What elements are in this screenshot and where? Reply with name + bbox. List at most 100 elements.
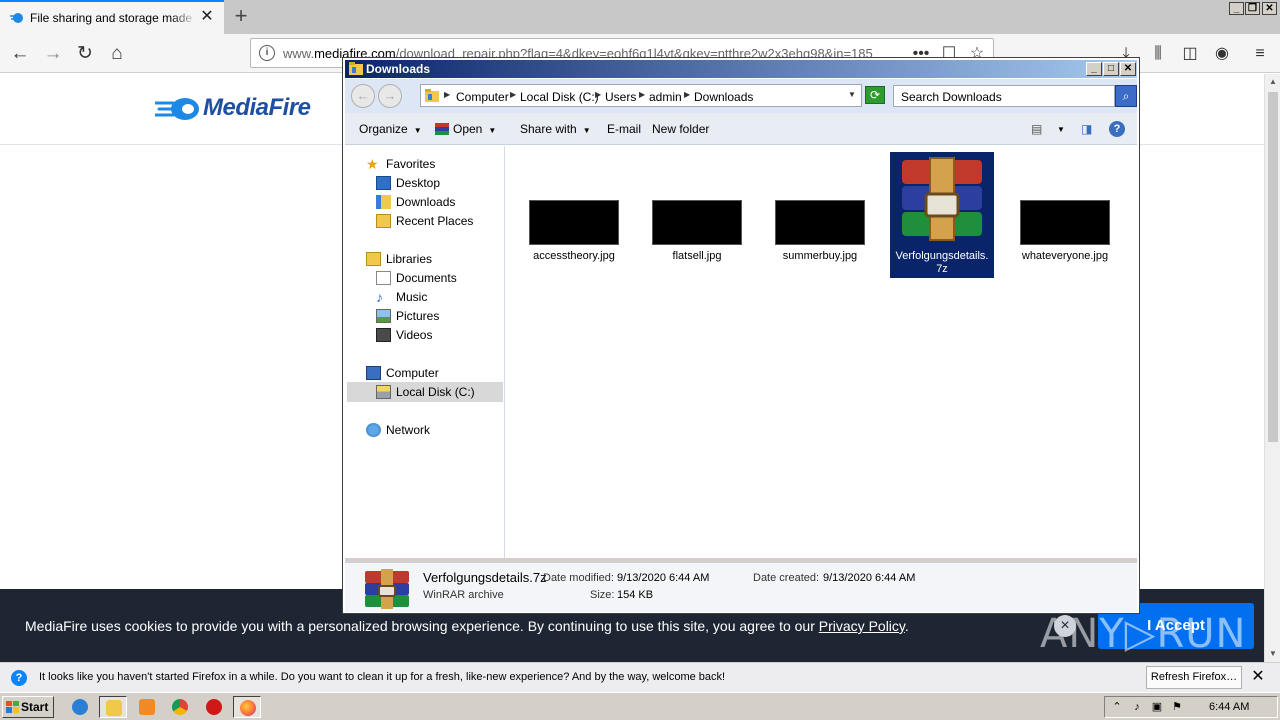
chevron-down-icon[interactable]: ▼	[848, 90, 856, 99]
media-player-icon[interactable]	[133, 696, 161, 718]
close-banner-icon[interactable]: ×	[1054, 615, 1076, 637]
change-view-icon[interactable]: ▤	[1031, 122, 1042, 136]
email-button[interactable]: E-mail	[607, 122, 641, 136]
chevron-right-icon[interactable]: ▶	[595, 90, 601, 99]
close-icon[interactable]: ✕	[1120, 62, 1136, 76]
file-item[interactable]: flatsell.jpg	[645, 152, 749, 278]
file-item[interactable]: summerbuy.jpg	[768, 152, 872, 278]
nav-downloads[interactable]: Downloads	[376, 193, 455, 211]
share-with-button[interactable]: Share with ▼	[520, 122, 591, 136]
file-item[interactable]: accesstheory.jpg	[522, 152, 626, 278]
chevron-right-icon[interactable]: ▶	[639, 90, 645, 99]
chevron-down-icon[interactable]: ▼	[1057, 125, 1065, 134]
image-thumbnail	[1020, 200, 1110, 245]
breadcrumb-local-disk[interactable]: Local Disk (C:)	[520, 90, 599, 104]
network-tray-icon[interactable]: ▣	[1151, 701, 1163, 713]
breadcrumb-users[interactable]: Users	[605, 90, 636, 104]
close-notification-icon[interactable]: ✕	[1249, 668, 1267, 686]
sidebar-icon[interactable]: ◫	[1180, 44, 1200, 64]
navigation-pane: ★ Favorites Desktop Downloads Recent Plac…	[345, 146, 505, 558]
chrome-icon[interactable]	[166, 696, 194, 718]
back-icon[interactable]: ←	[6, 40, 34, 68]
nav-local-disk-label: Local Disk (C:)	[396, 385, 475, 399]
close-window-icon[interactable]: ✕	[1262, 2, 1277, 15]
nav-documents[interactable]: Documents	[376, 269, 457, 287]
minimize-icon[interactable]: _	[1229, 2, 1244, 15]
chevron-right-icon[interactable]: ▶	[684, 90, 690, 99]
computer-icon	[366, 366, 381, 380]
file-name-text: Verfolgungsdetails.7z	[895, 250, 989, 275]
nav-libraries[interactable]: Libraries	[366, 250, 432, 268]
details-modified-label: Date modified:	[543, 572, 614, 584]
ie-icon[interactable]	[66, 696, 94, 718]
clock[interactable]: 6:44 AM	[1209, 701, 1249, 713]
chevron-right-icon[interactable]: ▶	[444, 90, 450, 99]
new-folder-button[interactable]: New folder	[652, 122, 709, 136]
restore-icon[interactable]: ❐	[1245, 2, 1260, 15]
scroll-down-icon[interactable]: ▼	[1265, 646, 1280, 662]
help-icon[interactable]: ?	[1109, 121, 1125, 137]
minimize-icon[interactable]: _	[1086, 62, 1102, 76]
new-tab-icon[interactable]: +	[228, 4, 254, 30]
cookie-message: MediaFire uses cookies to provide you wi…	[25, 618, 909, 634]
nav-videos[interactable]: Videos	[376, 326, 432, 344]
breadcrumb-computer[interactable]: Computer	[456, 90, 509, 104]
file-item[interactable]: whateveryone.jpg	[1013, 152, 1117, 278]
details-modified-value: 9/13/2020 6:44 AM	[617, 572, 710, 584]
page-scrollbar[interactable]: ▲ ▼	[1264, 74, 1280, 662]
chevron-right-icon[interactable]: ▶	[510, 90, 516, 99]
action-center-flag-icon[interactable]: ⚑	[1171, 701, 1183, 713]
library-icon[interactable]: ⫼	[1148, 44, 1168, 64]
organize-label: Organize	[359, 122, 408, 136]
scroll-thumb[interactable]	[1268, 92, 1278, 442]
nav-recent-places[interactable]: Recent Places	[376, 212, 473, 230]
nav-music[interactable]: ♪ Music	[376, 288, 428, 306]
explorer-title-bar[interactable]: Downloads _ □ ✕	[345, 60, 1137, 78]
chevron-down-icon: ▼	[582, 126, 591, 135]
downloads-folder-icon	[376, 195, 391, 209]
forward-icon[interactable]: →	[378, 84, 402, 108]
maximize-icon[interactable]: □	[1103, 62, 1119, 76]
chevron-down-icon: ▼	[488, 126, 497, 135]
firefox-taskbar-icon[interactable]	[233, 696, 261, 718]
nav-desktop[interactable]: Desktop	[376, 174, 440, 192]
file-name: flatsell.jpg	[672, 250, 722, 262]
open-button[interactable]: Open ▼	[435, 122, 496, 136]
breadcrumb[interactable]: ▶ Computer ▶ Local Disk (C:) ▶ Users ▶ a…	[420, 84, 862, 107]
tray-expand-icon[interactable]: ⌃	[1111, 701, 1123, 713]
nav-local-disk[interactable]: Local Disk (C:)	[376, 383, 475, 401]
forward-icon[interactable]: →	[39, 40, 67, 68]
nav-network-label: Network	[386, 423, 431, 437]
browser-tab[interactable]: File sharing and storage made simple ✕	[0, 0, 224, 34]
search-input[interactable]: Search Downloads	[893, 85, 1115, 107]
organize-button[interactable]: Organize ▼	[359, 122, 422, 136]
explorer-taskbar-icon[interactable]	[99, 696, 127, 718]
nav-favorites[interactable]: ★ Favorites	[366, 155, 435, 173]
breadcrumb-admin[interactable]: admin	[649, 90, 682, 104]
account-icon[interactable]: ◉	[1212, 44, 1232, 64]
home-icon[interactable]: ⌂	[103, 40, 131, 68]
privacy-policy-link[interactable]: Privacy Policy	[819, 618, 905, 634]
nav-music-label: Music	[396, 290, 428, 304]
info-icon[interactable]: i	[259, 45, 275, 61]
refresh-icon[interactable]: ⟳	[865, 86, 885, 104]
scroll-up-icon[interactable]: ▲	[1265, 74, 1280, 90]
nav-pictures[interactable]: Pictures	[376, 307, 439, 325]
nav-network[interactable]: Network	[366, 421, 431, 439]
breadcrumb-downloads[interactable]: Downloads	[694, 90, 753, 104]
details-file-name: Verfolgungsdetails.7z	[423, 570, 547, 585]
nav-computer[interactable]: Computer	[366, 364, 439, 382]
volume-icon[interactable]: ♪	[1131, 701, 1143, 713]
mediafire-flame-icon	[155, 98, 199, 120]
back-icon[interactable]: ←	[351, 84, 375, 108]
menu-icon[interactable]: ≡	[1250, 44, 1270, 64]
reload-icon[interactable]: ↻	[71, 40, 99, 68]
close-tab-icon[interactable]: ✕	[199, 9, 215, 25]
file-item-selected[interactable]: Verfolgungsdetails.7z	[890, 152, 994, 278]
security-app-icon[interactable]	[200, 696, 228, 718]
search-icon[interactable]: ⌕	[1115, 85, 1137, 107]
preview-pane-icon[interactable]: ◨	[1081, 122, 1092, 136]
start-button[interactable]: Start	[2, 696, 54, 718]
refresh-firefox-button[interactable]: Refresh Firefox…	[1146, 666, 1242, 689]
videos-icon	[376, 328, 391, 342]
